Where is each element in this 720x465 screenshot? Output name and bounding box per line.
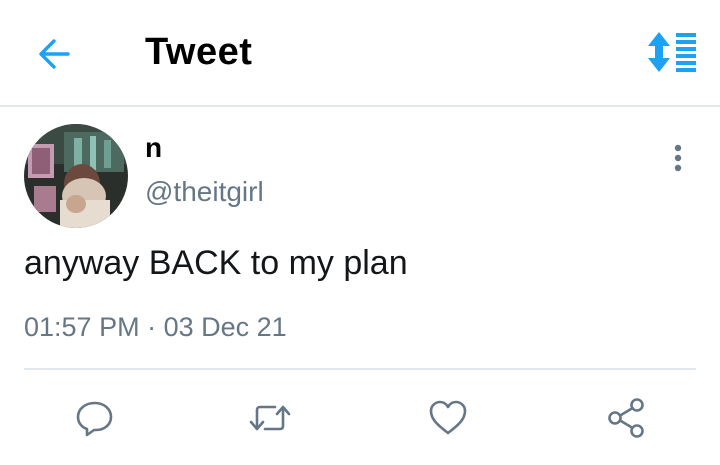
tweet-time: 01:57 PM	[24, 312, 140, 342]
sort-timeline-button[interactable]	[640, 28, 700, 78]
page-title: Tweet	[145, 31, 253, 73]
share-button[interactable]	[602, 394, 650, 442]
author-display-name[interactable]: n	[145, 132, 162, 164]
like-button[interactable]	[424, 394, 472, 442]
more-vertical-icon	[674, 144, 682, 172]
arrow-left-icon	[39, 39, 70, 69]
retweet-button[interactable]	[246, 394, 294, 442]
avatar-photo	[24, 124, 128, 228]
divider	[24, 368, 696, 370]
more-options-button[interactable]	[660, 140, 696, 180]
tweet-date: 03 Dec 21	[163, 312, 287, 342]
timestamp-separator: ·	[139, 312, 164, 342]
retweet-icon	[249, 405, 291, 431]
author-handle[interactable]: @theitgirl	[145, 176, 264, 208]
tweet-timestamp: 01:57 PM · 03 Dec 21	[24, 312, 287, 343]
share-icon	[608, 398, 644, 438]
like-heart-icon	[429, 400, 467, 435]
reply-button[interactable]	[70, 394, 118, 442]
tweet-text: anyway BACK to my plan	[24, 244, 408, 282]
reply-icon	[76, 401, 113, 437]
top-app-bar: Tweet	[0, 0, 720, 107]
sort-timeline-icon	[648, 32, 696, 72]
avatar[interactable]	[24, 124, 128, 228]
back-button[interactable]	[30, 30, 78, 78]
